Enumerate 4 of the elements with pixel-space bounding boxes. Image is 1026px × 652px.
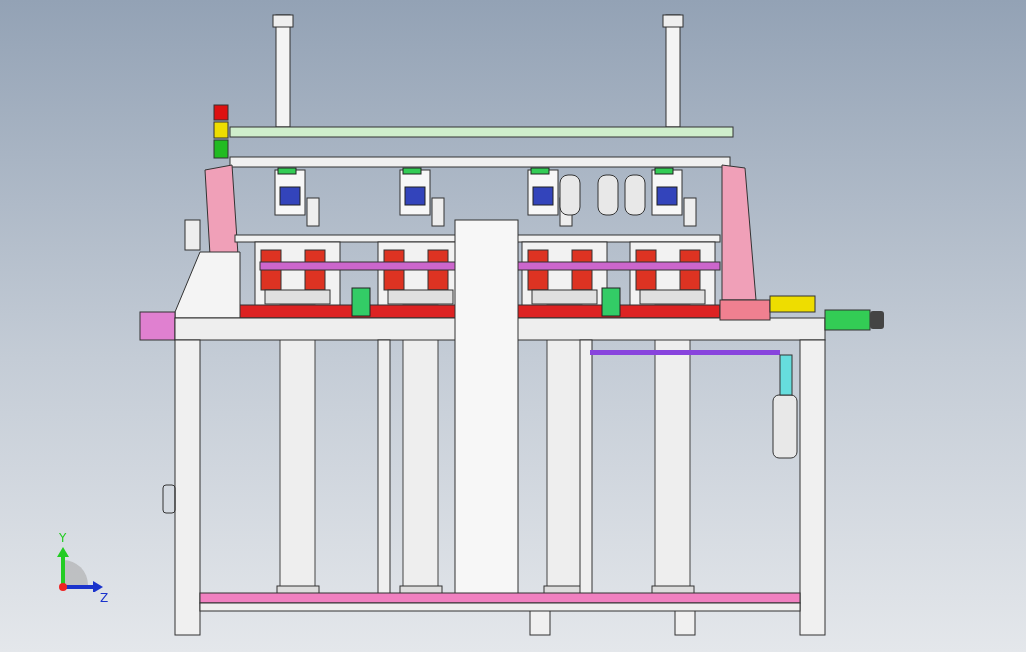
quadrant-icon bbox=[63, 560, 88, 585]
axis-label: Z bbox=[100, 592, 109, 604]
axis-label: Y bbox=[59, 532, 67, 544]
axis-triad-icon bbox=[55, 547, 105, 592]
